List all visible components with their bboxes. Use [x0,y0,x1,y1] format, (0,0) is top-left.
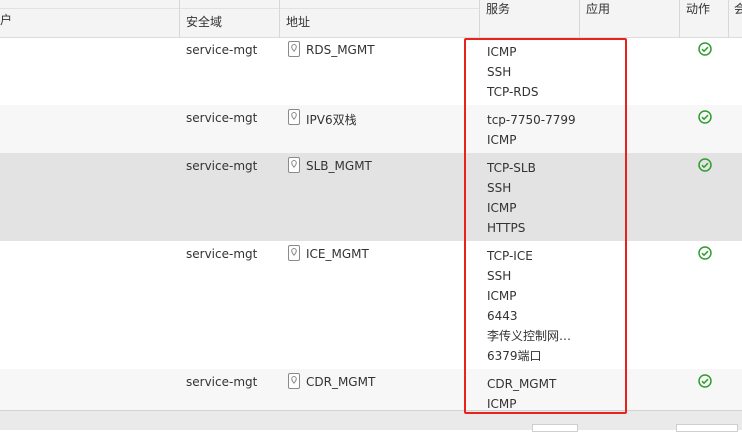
table-row[interactable]: service-mgt RDS_MGMT ICMP SSH TCP-RDS [0,37,742,105]
column-separator[interactable] [728,0,729,37]
table-row[interactable]: service-mgt ICE_MGMT TCP-ICE SSH ICMP 64… [0,241,742,369]
address-cell[interactable]: CDR_MGMT [306,375,375,389]
security-zone-cell: service-mgt [186,111,258,125]
pagination-input[interactable] [532,424,578,432]
column-separator[interactable] [179,0,180,37]
allow-check-icon [698,110,712,124]
security-zone-cell: service-mgt [186,159,258,173]
allow-check-icon [698,374,712,388]
header-divider [0,8,480,9]
column-header-address[interactable]: 地址 [286,13,310,30]
highlight-annotation-box [464,38,627,414]
allow-check-icon [698,42,712,56]
column-header-service[interactable]: 服务 [486,0,510,17]
allow-check-icon [698,158,712,172]
column-header-security-zone[interactable]: 安全域 [186,13,222,30]
column-header-action[interactable]: 动作 [686,0,710,17]
address-cell[interactable]: RDS_MGMT [306,43,375,57]
address-cell[interactable]: SLB_MGMT [306,159,372,173]
table-row[interactable]: service-mgt CDR_MGMT CDR_MGMT ICMP [0,369,742,411]
column-header-application[interactable]: 应用 [586,0,610,17]
column-separator[interactable] [279,0,280,37]
address-object-icon [288,157,300,173]
address-object-icon [288,109,300,125]
column-header-next[interactable]: 会 [734,0,742,17]
page-size-select[interactable] [676,424,738,432]
address-cell[interactable]: IPV6双栈 [306,111,357,128]
security-zone-cell: service-mgt [186,43,258,57]
allow-check-icon [698,246,712,260]
pagination-bar [0,410,742,430]
address-object-icon [288,373,300,389]
address-object-icon [288,41,300,57]
table-header: 户 安全域 地址 服务 应用 动作 会 [0,0,742,38]
table-row[interactable]: service-mgt IPV6双栈 tcp-7750-7799 ICMP [0,105,742,153]
column-separator[interactable] [679,0,680,37]
column-header-user[interactable]: 户 [0,11,12,28]
column-separator[interactable] [579,0,580,37]
address-object-icon [288,245,300,261]
column-separator[interactable] [479,0,480,37]
security-zone-cell: service-mgt [186,247,258,261]
security-zone-cell: service-mgt [186,375,258,389]
table-row-selected[interactable]: service-mgt SLB_MGMT TCP-SLB SSH ICMP HT… [0,153,742,241]
address-cell[interactable]: ICE_MGMT [306,247,369,261]
